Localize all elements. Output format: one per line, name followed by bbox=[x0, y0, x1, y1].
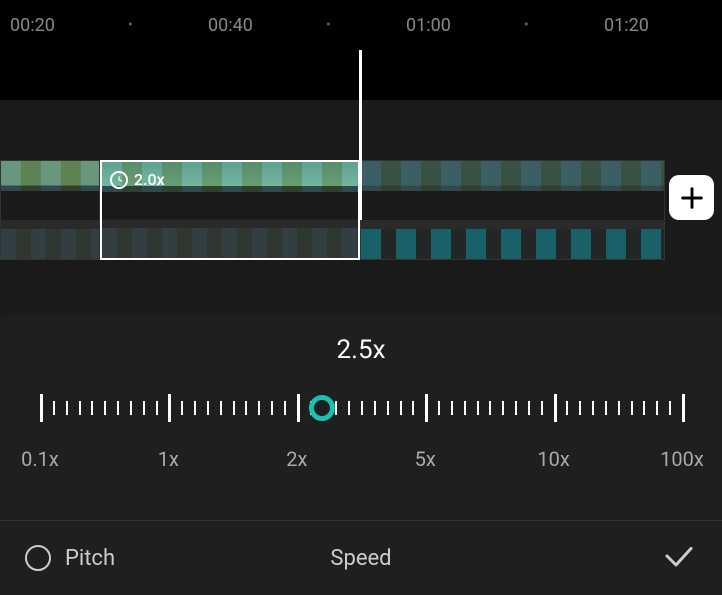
timestamp: 01:20 bbox=[604, 15, 649, 36]
clip-speed-badge: 2.0x bbox=[110, 170, 165, 189]
speed-label: 10x bbox=[537, 447, 569, 471]
confirm-button[interactable] bbox=[661, 538, 697, 578]
speed-label: 1x bbox=[158, 447, 179, 471]
plus-icon bbox=[678, 184, 706, 212]
video-clip-selected[interactable]: 2.0x bbox=[100, 160, 360, 260]
slider-ticks bbox=[40, 388, 682, 428]
timeline-ruler[interactable]: 00:20 • 00:40 • 01:00 • 01:20 bbox=[0, 0, 722, 50]
speed-slider[interactable] bbox=[40, 383, 682, 433]
timestamp: 00:40 bbox=[208, 15, 253, 36]
timestamp-dot: • bbox=[128, 17, 133, 33]
timestamp-dot: • bbox=[524, 17, 529, 33]
pitch-toggle[interactable]: Pitch bbox=[25, 545, 115, 571]
panel-title: Speed bbox=[330, 546, 391, 571]
video-clip[interactable] bbox=[360, 160, 665, 260]
speed-label: 100x bbox=[660, 447, 704, 471]
speed-label: 0.1x bbox=[21, 447, 59, 471]
speed-labels: 0.1x 1x 2x 5x 10x 100x bbox=[40, 447, 682, 477]
speed-label: 5x bbox=[415, 447, 436, 471]
speed-panel: 2.5x 0.1x 1x 2x 5x 10x 100x Pitch Speed bbox=[0, 315, 722, 595]
timestamp: 00:20 bbox=[10, 15, 55, 36]
timestamp-dot: • bbox=[326, 17, 331, 33]
checkmark-icon bbox=[661, 538, 697, 574]
timestamp: 01:00 bbox=[406, 15, 451, 36]
playhead[interactable] bbox=[359, 50, 362, 220]
clip-speed-value: 2.0x bbox=[134, 170, 165, 189]
bottom-bar: Pitch Speed bbox=[0, 520, 722, 595]
video-clip[interactable] bbox=[0, 160, 100, 260]
current-speed-value: 2.5x bbox=[0, 335, 722, 365]
slider-handle[interactable] bbox=[309, 395, 335, 421]
add-clip-button[interactable] bbox=[669, 175, 714, 220]
circle-icon bbox=[25, 545, 51, 571]
speed-label: 2x bbox=[286, 447, 307, 471]
speed-icon bbox=[110, 171, 128, 189]
pitch-label: Pitch bbox=[65, 546, 115, 571]
